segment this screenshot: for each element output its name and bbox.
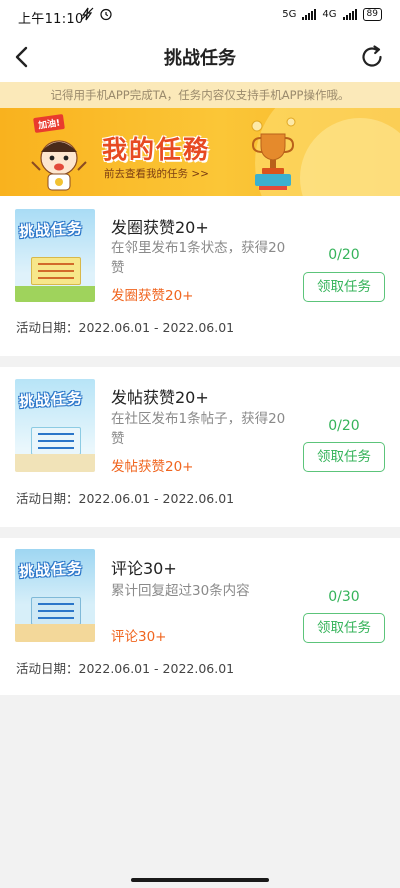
battery-icon: 89: [362, 8, 382, 21]
claim-task-button[interactable]: 领取任务: [303, 272, 385, 302]
task-thumbnail: 挑战任务: [15, 209, 95, 302]
task-progress: 0/20: [328, 247, 360, 263]
task-date: 活动日期：2022.06.01 - 2022.06.01: [16, 658, 234, 677]
status-bar: 上午11:10 5G 4G 89: [0, 0, 400, 32]
signal-icon: [302, 9, 317, 20]
task-card: 挑战任务 发圈获赞20+ 在邻里发布1条状态，获得20赞 发圈获赞20+ 0/2…: [0, 196, 400, 356]
thumbnail-sign: [31, 597, 81, 625]
task-progress: 0/20: [328, 418, 360, 434]
task-description: 在邻里发布1条状态，获得20赞: [111, 240, 286, 276]
task-reward: 发圈获赞20+: [111, 288, 194, 304]
date-range: 2022.06.01 - 2022.06.01: [78, 661, 235, 676]
thumbnail-title: 挑战任务: [18, 389, 84, 411]
page-title: 挑战任务: [164, 48, 236, 69]
alarm-icon: [100, 8, 112, 21]
task-card: 挑战任务 评论30+ 累计回复超过30条内容 评论30+ 0/30 领取任务 活…: [0, 538, 400, 695]
task-date: 活动日期：2022.06.01 - 2022.06.01: [16, 488, 234, 507]
task-thumbnail: 挑战任务: [15, 549, 95, 642]
signal-icon-2: [342, 9, 357, 20]
network-label-2: 4G: [322, 9, 337, 20]
thumbnail-title: 挑战任务: [18, 559, 84, 581]
banner-link[interactable]: 前去查看我的任务 >>: [104, 166, 209, 181]
task-card: 挑战任务 发帖获赞20+ 在社区发布1条帖子，获得20赞 发帖获赞20+ 0/2…: [0, 367, 400, 527]
date-label: 活动日期：: [16, 661, 79, 676]
claim-task-button[interactable]: 领取任务: [303, 613, 385, 643]
task-reward: 发帖获赞20+: [111, 459, 194, 475]
lightning-icon: [80, 7, 94, 21]
status-time: 上午11:10: [18, 12, 84, 27]
status-right: 5G 4G 89: [282, 8, 382, 21]
trophy-icon: [251, 117, 296, 190]
task-name: 发圈获赞20+: [111, 218, 209, 237]
network-label-1: 5G: [282, 9, 297, 20]
my-tasks-banner[interactable]: 加油! 我的任務 前去查看我的任务 >>: [0, 108, 400, 196]
home-indicator[interactable]: [131, 878, 269, 882]
task-progress: 0/30: [328, 589, 360, 605]
task-thumbnail: 挑战任务: [15, 379, 95, 472]
status-notification-icons: [80, 7, 113, 21]
thumbnail-sign: [31, 427, 81, 455]
thumbnail-title: 挑战任务: [18, 219, 84, 241]
task-date: 活动日期：2022.06.01 - 2022.06.01: [16, 317, 234, 336]
date-label: 活动日期：: [16, 320, 79, 335]
claim-task-button[interactable]: 领取任务: [303, 442, 385, 472]
task-reward: 评论30+: [111, 629, 167, 645]
task-description: 累计回复超过30条内容: [111, 583, 250, 599]
task-name: 发帖获赞20+: [111, 388, 209, 407]
thumbnail-sign: [31, 257, 81, 285]
refresh-icon[interactable]: [358, 43, 386, 71]
banner-title: 我的任務: [102, 135, 211, 164]
task-name: 评论30+: [111, 559, 177, 578]
date-range: 2022.06.01 - 2022.06.01: [78, 491, 235, 506]
date-range: 2022.06.01 - 2022.06.01: [78, 320, 235, 335]
task-description: 在社区发布1条帖子，获得20赞: [111, 411, 286, 447]
nav-bar: 挑战任务: [0, 32, 400, 82]
date-label: 活动日期：: [16, 491, 79, 506]
notice-bar: 记得用手机APP完成TA，任务内容仅支持手机APP操作哦。: [0, 82, 400, 108]
